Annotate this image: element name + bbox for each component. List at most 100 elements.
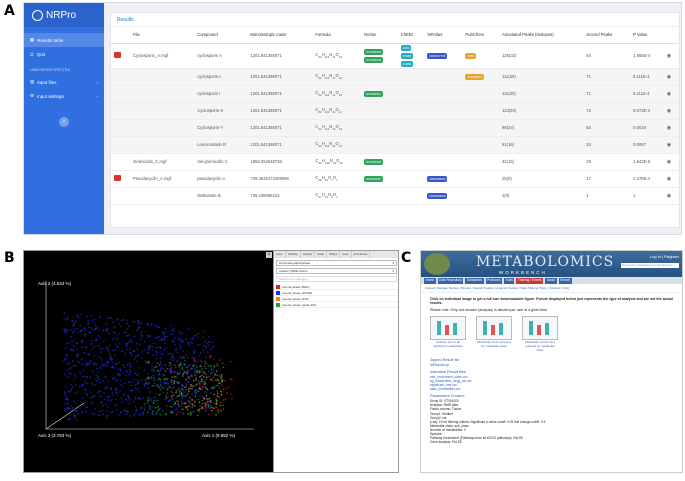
nav-tools[interactable]: Tools	[503, 278, 515, 284]
column-header[interactable]: NPAtlas	[424, 27, 463, 44]
nav-search[interactable]: Search	[558, 278, 572, 284]
tab-shape[interactable]: Shape	[327, 251, 341, 258]
nav-protocols[interactable]: Protocols	[485, 278, 502, 284]
color-swatch[interactable]	[276, 296, 280, 301]
sample-point	[158, 373, 161, 376]
mass-cell: 1201.841368071	[247, 119, 313, 137]
sample-point	[161, 338, 163, 340]
column-header[interactable]: Norine	[361, 27, 398, 44]
npatlas-link[interactable]: NPA000099	[427, 192, 448, 199]
sidebar-item-results-table[interactable]: ▦ Results table	[24, 33, 104, 47]
column-header[interactable]: Scored Peaks	[583, 27, 631, 44]
sample-point	[215, 363, 218, 365]
collapse-row-icon[interactable]	[114, 175, 121, 181]
color-swatch[interactable]	[276, 290, 280, 295]
sample-point	[72, 325, 75, 327]
sample-point	[181, 402, 183, 405]
norine-link[interactable]: NOR00041	[364, 90, 384, 97]
eye-icon[interactable]: ◉	[667, 176, 671, 182]
color-swatch[interactable]	[276, 302, 280, 307]
mw-search-input[interactable]: Search the Metabolomics Workbench	[621, 263, 679, 268]
column-header[interactable]	[663, 27, 679, 44]
sample-point	[138, 397, 140, 399]
category-search-input[interactable]: Search for a category	[276, 276, 397, 282]
sidebar-item-input-settings[interactable]: ⚙ Input settings ›	[24, 89, 104, 103]
tab-color[interactable]: Color	[274, 251, 286, 258]
mw-subnav[interactable]: Upload | Manage Studies | Browse / Searc…	[421, 284, 682, 293]
npatlas-link[interactable]: NPA008090	[427, 175, 448, 182]
sample-point	[176, 395, 178, 398]
eye-icon[interactable]: ◉	[667, 53, 671, 59]
sample-point	[166, 387, 169, 390]
column-header[interactable]: ChEBI	[397, 27, 425, 44]
nav-data-repository[interactable]: Data Repository	[437, 278, 464, 284]
compound-cell: Cyclosporin-Y	[194, 119, 248, 137]
chebi-link[interactable]: 4031	[400, 44, 412, 51]
sample-point	[176, 389, 179, 392]
norine-link[interactable]: NOR01187	[364, 175, 383, 182]
color-swatch[interactable]	[276, 284, 280, 289]
sample-point	[220, 393, 223, 396]
p-value-cell: 0.0016	[630, 119, 664, 137]
close-icon[interactable]: ×	[266, 252, 272, 258]
tab-scale[interactable]: Scale	[315, 251, 328, 258]
eye-icon[interactable]: ◉	[667, 91, 671, 97]
column-header[interactable]: Annotated Peaks (Isotopes)	[498, 27, 584, 44]
column-header[interactable]: PubChem	[462, 27, 499, 44]
eye-icon[interactable]: ◉	[667, 125, 671, 131]
sidebar-item-input-files[interactable]: ▤ Input files ›	[24, 75, 104, 89]
sample-point	[186, 372, 188, 375]
nav-training-events[interactable]: Training / Events	[516, 278, 544, 284]
eye-icon[interactable]: ◉	[667, 142, 671, 148]
sample-point	[192, 410, 195, 413]
result-thumbnail[interactable]: Metabolite enrichment grouped by metabol…	[522, 316, 558, 352]
sample-point	[194, 401, 196, 404]
color-scheme-select[interactable]: Classic QIIME Colors ▾	[276, 268, 397, 274]
legend-item[interactable]: reverse phase (polar 416)	[274, 302, 398, 308]
tab-axes[interactable]: Axes	[340, 251, 352, 258]
sample-point	[196, 366, 198, 368]
column-header[interactable]: File	[129, 27, 195, 44]
sample-point	[74, 374, 76, 376]
column-header[interactable]: Formula	[312, 27, 362, 44]
sample-point	[206, 343, 208, 345]
norine-link[interactable]: NOR00040	[364, 48, 384, 55]
pubchem-link[interactable]: 102065073	[465, 73, 485, 80]
sample-point	[210, 365, 212, 367]
npatlas-link[interactable]: NPA017735	[427, 52, 448, 59]
sample-point	[212, 368, 215, 370]
sample-point	[198, 410, 201, 413]
column-header[interactable]	[111, 27, 130, 44]
tab-visibility[interactable]: Visibility	[286, 251, 301, 258]
column-header[interactable]: P Value	[630, 27, 664, 44]
tab-opacity[interactable]: Opacity	[301, 251, 316, 258]
column-header[interactable]: Compound	[194, 27, 248, 44]
eye-icon[interactable]: ◉	[667, 193, 671, 199]
category-select[interactable]: Chromatographicphase ▾	[276, 260, 397, 266]
column-header[interactable]: Monoisotopic mass	[247, 27, 313, 44]
norine-link[interactable]: NOR00033	[364, 56, 384, 63]
collapse-row-icon[interactable]	[114, 52, 121, 58]
nav-home[interactable]: Home	[424, 278, 436, 284]
mw-logo[interactable]	[424, 253, 450, 275]
nav-databases[interactable]: Databases	[465, 278, 484, 284]
pubchem-link[interactable]: 5284	[465, 52, 477, 59]
sidebar-collapse-button[interactable]: ‹	[59, 117, 69, 127]
eye-icon[interactable]: ◉	[667, 108, 671, 114]
norine-link[interactable]: NOR00148	[364, 158, 384, 165]
sidebar-item-quit[interactable]: ⎋ Quit	[24, 47, 104, 61]
login-link[interactable]: Log in | Register	[650, 254, 679, 259]
result-thumbnail[interactable]: Metabolite count grouped by metabolite c…	[476, 316, 512, 352]
chebi-link[interactable]: 41959	[400, 60, 414, 67]
nav-about[interactable]: About	[545, 278, 557, 284]
eye-icon[interactable]: ◉	[667, 159, 671, 165]
result-thumbnail[interactable]: Volcano plot of all significant metaboli…	[430, 316, 466, 352]
eye-icon[interactable]: ◉	[667, 74, 671, 80]
chebi-cell	[397, 102, 425, 120]
nrpro-logo[interactable]: NRPro	[24, 3, 104, 27]
sample-point	[222, 362, 224, 364]
sample-point	[141, 379, 143, 381]
sample-point	[187, 387, 189, 389]
tab-animations[interactable]: Animations	[352, 251, 371, 258]
chebi-link[interactable]: 67255	[400, 52, 414, 59]
